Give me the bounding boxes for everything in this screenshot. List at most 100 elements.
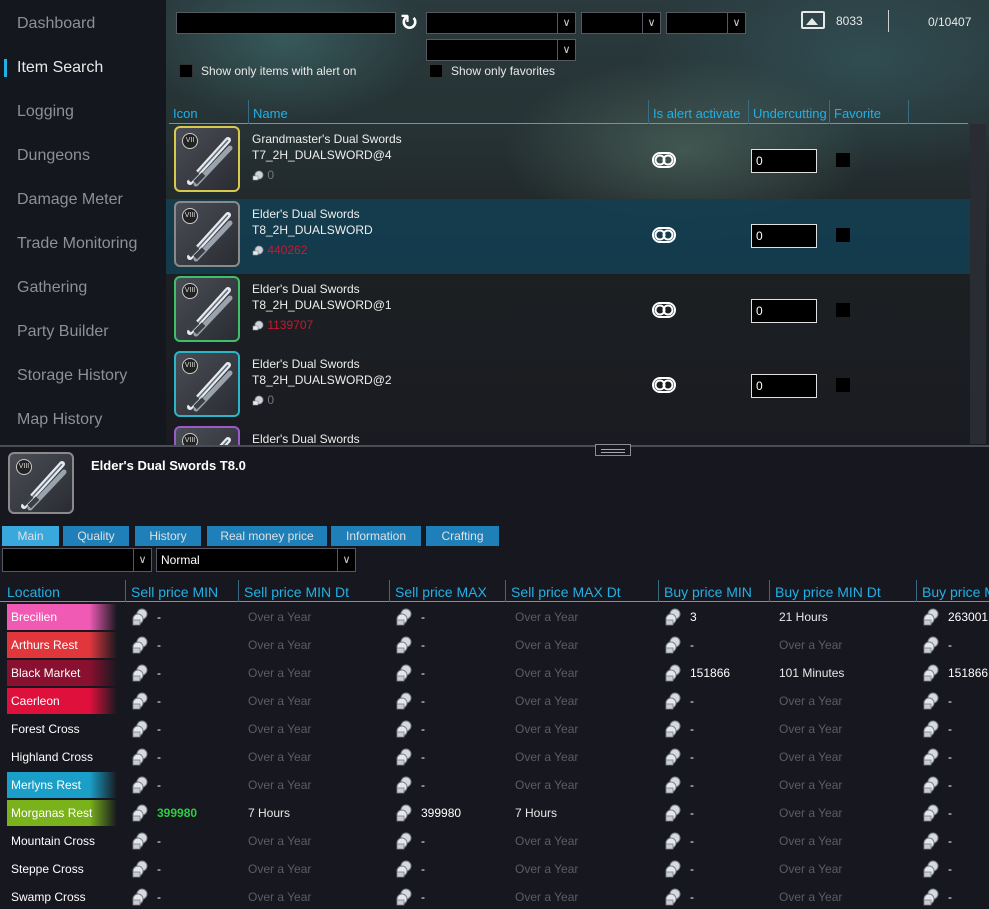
panel-splitter[interactable] [0,445,989,447]
tab-real-money-price[interactable]: Real money price [207,526,327,546]
column-header-alert[interactable]: Is alert activate [648,100,748,124]
sidebar-item-trade-monitoring[interactable]: Trade Monitoring [0,229,166,259]
table-row[interactable]: VII Grandmaster's Dual Swords T7_2H_DUALSW… [166,124,970,199]
location-filter-select[interactable]: ∨ [2,548,152,572]
location-name: Caerleon [7,688,117,714]
undercutting-input[interactable]: 0 [751,374,817,398]
favorites-filter-label: Show only favorites [451,64,556,78]
price-cell-sell-min: - [157,862,161,876]
item-name: Grandmaster's Dual Swords [252,132,402,146]
item-price-value: 440262 [267,243,308,257]
price-cell-sell-max: - [421,610,425,624]
price-cell-sell-max-dt: Over a Year [515,694,579,708]
sidebar-item-item-search[interactable]: Item Search [0,53,166,83]
sidebar-item-storage-history[interactable]: Storage History [0,361,166,391]
table-row[interactable]: VIII Elder's Dual Swords T8_2H_DUALSWORD 4… [166,199,970,274]
column-header-undercutting[interactable]: Undercutting [748,100,829,124]
sidebar-item-dungeons[interactable]: Dungeons [0,141,166,171]
price-cell-sell-max: - [421,890,425,904]
price-cell-sell-max-dt: Over a Year [515,666,579,680]
image-icon[interactable] [801,11,825,29]
table-row[interactable]: VIII Elder's Dual Swords T8_2H_DUALSWORD@1… [166,274,970,349]
price-cell-sell-max: 399980 [421,806,462,820]
column-header-sell-price-min-dt[interactable]: Sell price MIN Dt [238,580,389,602]
enchant-select[interactable]: ∨ [666,12,746,34]
column-header-name[interactable]: Name [248,100,648,124]
sidebar-item-party-builder[interactable]: Party Builder [0,317,166,347]
detail-title: Elder's Dual Swords T8.0 [91,458,246,473]
tab-main[interactable]: Main [2,526,59,546]
price-cell-sell-min-dt: Over a Year [248,666,312,680]
silver-coin-icon [922,664,940,682]
price-cell-buy-min: - [690,778,694,792]
item-name: Elder's Dual Swords [252,282,360,296]
silver-coin-icon [922,720,940,738]
undercutting-input[interactable]: 0 [751,149,817,173]
silver-coin-icon [252,395,264,406]
table-row[interactable]: VIII Elder's Dual Swords T8_2H_DUALSWORD@2… [166,349,970,424]
silver-coin-icon [395,776,413,794]
price-cell-buy-min: 3 [690,610,697,624]
tab-quality[interactable]: Quality [63,526,129,546]
sidebar-item-map-history[interactable]: Map History [0,405,166,435]
favorite-checkbox[interactable] [836,228,850,242]
search-input[interactable] [176,12,396,34]
table-row[interactable]: VIII Elder's Dual Swords [166,424,970,445]
alert-toggle-icon[interactable] [652,377,676,393]
splitter-handle[interactable] [595,444,631,456]
price-cell-sell-min-dt: Over a Year [248,862,312,876]
favorites-filter-checkbox[interactable] [429,64,443,78]
favorite-checkbox[interactable] [836,153,850,167]
favorite-checkbox[interactable] [836,378,850,392]
tier-select[interactable]: ∨ [581,12,661,34]
silver-coin-icon [131,664,149,682]
sidebar-item-damage-meter[interactable]: Damage Meter [0,185,166,215]
price-cell-sell-max: - [421,834,425,848]
column-header-favorite[interactable]: Favorite [829,100,908,124]
price-cell-sell-min-dt: Over a Year [248,834,312,848]
silver-coin-icon [922,888,940,906]
column-header-buy-price-max[interactable]: Buy price MAX [916,580,989,602]
silver-coin-icon [395,832,413,850]
column-header-sell-price-max[interactable]: Sell price MAX [389,580,505,602]
price-cell-sell-max: - [421,862,425,876]
price-cell-sell-min: - [157,666,161,680]
price-cell-buy-min: - [690,834,694,848]
quality-filter-select[interactable]: Normal ∨ [156,548,356,572]
tab-history[interactable]: History [135,526,201,546]
undercutting-input[interactable]: 0 [751,299,817,323]
price-cell-sell-max-dt: Over a Year [515,834,579,848]
sidebar-item-gathering[interactable]: Gathering [0,273,166,303]
dual-swords-icon [184,434,234,445]
undercutting-input[interactable]: 0 [751,224,817,248]
silver-coin-icon [922,748,940,766]
column-header-sell-price-min[interactable]: Sell price MIN [125,580,238,602]
chevron-down-icon: ∨ [557,13,575,33]
refresh-icon[interactable]: ↻ [400,12,422,34]
category-select[interactable]: ∨ [426,12,576,34]
tab-crafting[interactable]: Crafting [426,526,499,546]
alert-filter-checkbox[interactable] [179,64,193,78]
silver-coin-icon [922,608,940,626]
column-header-sell-price-max-dt[interactable]: Sell price MAX Dt [505,580,658,602]
column-header-location[interactable]: Location [2,580,125,602]
favorite-checkbox[interactable] [836,303,850,317]
column-header-icon[interactable]: Icon [169,100,248,124]
silver-coin-icon [395,692,413,710]
item-list-scrollbar[interactable] [970,124,986,444]
sidebar-item-dashboard[interactable]: Dashboard [0,9,166,39]
dual-swords-icon [184,209,234,263]
price-cell-sell-max-dt: 7 Hours [515,806,558,820]
sidebar-item-logging[interactable]: Logging [0,97,166,127]
quality-select[interactable]: ∨ [426,39,576,61]
column-header-buy-price-min[interactable]: Buy price MIN [658,580,769,602]
price-cell-sell-min-dt: Over a Year [248,694,312,708]
silver-coin-icon [252,245,264,256]
column-header-buy-price-min-dt[interactable]: Buy price MIN Dt [769,580,916,602]
tab-information[interactable]: Information [331,526,421,546]
alert-toggle-icon[interactable] [652,227,676,243]
price-cell-buy-min: - [690,862,694,876]
alert-toggle-icon[interactable] [652,152,676,168]
price-cell-buy-max: - [948,834,952,848]
alert-toggle-icon[interactable] [652,302,676,318]
